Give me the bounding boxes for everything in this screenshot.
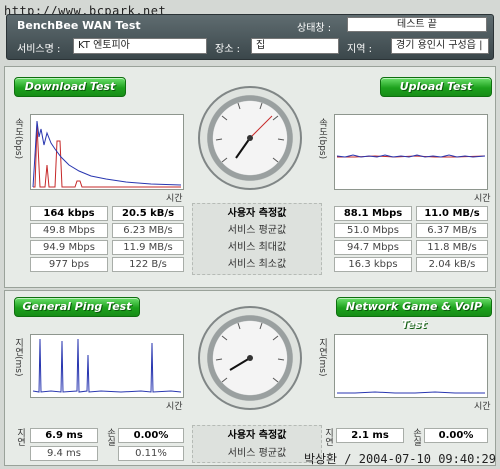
latency-gauge-dial	[215, 322, 285, 383]
game-graph	[334, 334, 488, 398]
provider-label: 서비스명 :	[17, 44, 61, 55]
upload-graph	[334, 114, 488, 190]
download-min-bps: 977 bps	[30, 257, 108, 272]
game-user-delay: 2.1 ms	[336, 428, 404, 443]
ping-y-label: 지연(ms)	[13, 338, 23, 377]
region-field[interactable]: 경기 용인시 구성읍 |	[391, 38, 489, 54]
ping-avg-loss: 0.11%	[118, 446, 184, 461]
bandwidth-gauge-dial	[215, 102, 285, 163]
game-chart	[337, 391, 485, 394]
upload-test-button[interactable]: Upload Test	[380, 77, 492, 97]
download-test-button[interactable]: Download Test	[14, 77, 126, 97]
ping-avg-delay: 9.4 ms	[30, 446, 98, 461]
latency-gauge	[198, 306, 302, 410]
ping-x-label: 시간	[166, 402, 183, 412]
game-x-label: 시간	[474, 402, 491, 412]
ping-loss-side-label: 손실	[105, 428, 115, 446]
latency-label-avg: 서비스 평균값	[227, 448, 287, 459]
upload-max-bps: 94.7 Mbps	[334, 240, 412, 255]
bandwidth-gauge	[198, 86, 302, 190]
label-avg-value: 서비스 평균값	[227, 225, 287, 236]
ping-chart	[32, 338, 182, 393]
download-max-bps: 94.9 Mbps	[30, 240, 108, 255]
download-avg-bytes: 6.23 MB/s	[112, 223, 184, 238]
capture-watermark: 박상환 / 2004-07-10 09:40:29	[303, 452, 496, 466]
ping-test-button[interactable]: General Ping Test	[14, 297, 140, 317]
label-min-value: 서비스 최소값	[227, 259, 287, 270]
provider-field[interactable]: KT 엔토피아	[73, 38, 207, 54]
ping-user-loss: 0.00%	[118, 428, 184, 443]
upload-y-label: 속도(bps)	[317, 118, 327, 160]
download-min-bytes: 122 B/s	[112, 257, 184, 272]
game-delay-side-label: 지연	[323, 428, 333, 446]
download-avg-bps: 49.8 Mbps	[30, 223, 108, 238]
status-label: 상태창 :	[297, 23, 332, 34]
game-user-loss: 0.00%	[424, 428, 488, 443]
ping-delay-side-label: 지연	[15, 428, 25, 446]
place-field[interactable]: 집	[251, 38, 339, 54]
download-user-bps: 164 kbps	[30, 206, 108, 221]
region-label: 지역 :	[347, 44, 372, 55]
upload-min-bytes: 2.04 kB/s	[416, 257, 488, 272]
label-user-value: 사용자 측정값	[227, 208, 287, 219]
ping-graph	[30, 334, 184, 398]
ping-user-delay: 6.9 ms	[30, 428, 98, 443]
game-loss-side-label: 손실	[411, 428, 421, 446]
game-voip-test-button[interactable]: Network Game & VoIP Test	[336, 297, 492, 331]
place-label: 장소 :	[215, 44, 240, 55]
download-user-bytes: 20.5 kB/s	[112, 206, 184, 221]
upload-chart	[336, 154, 486, 158]
download-y-label: 속도(bps)	[13, 118, 23, 160]
upload-max-bytes: 11.8 MB/s	[416, 240, 488, 255]
upload-user-bytes: 11.0 MB/s	[416, 206, 488, 221]
app-title: BenchBee WAN Test	[17, 19, 141, 32]
header-bar: BenchBee WAN Test 상태창 : 테스트 끝 서비스명 : KT …	[6, 14, 494, 60]
upload-avg-bytes: 6.37 MB/s	[416, 223, 488, 238]
latency-label-user: 사용자 측정값	[227, 430, 287, 441]
upload-avg-bps: 51.0 Mbps	[334, 223, 412, 238]
status-field: 테스트 끝	[347, 17, 487, 32]
download-graph	[30, 114, 184, 190]
upload-x-label: 시간	[474, 194, 491, 204]
download-x-label: 시간	[166, 194, 183, 204]
upload-user-bps: 88.1 Mbps	[334, 206, 412, 221]
label-max-value: 서비스 최대값	[227, 242, 287, 253]
upload-min-bps: 16.3 kbps	[334, 257, 412, 272]
download-max-bytes: 11.9 MB/s	[112, 240, 184, 255]
game-y-label: 지연(ms)	[317, 338, 327, 377]
download-chart	[32, 120, 182, 188]
